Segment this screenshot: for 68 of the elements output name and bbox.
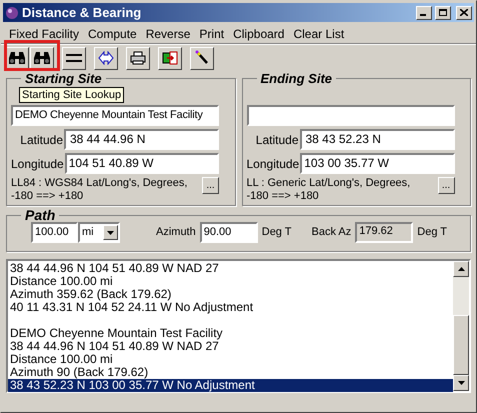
result-line[interactable]: Distance 100.00 mi xyxy=(8,353,453,366)
group-title: Path xyxy=(24,208,56,222)
close-button[interactable] xyxy=(456,6,472,20)
azimuth-unit: Deg T xyxy=(262,225,292,240)
result-line[interactable]: 38 44 44.96 N 104 51 40.89 W NAD 27 xyxy=(8,340,453,353)
datum-text: LL : Generic Lat/Long's, Degrees, -180 ==> +180 xyxy=(246,177,412,203)
back-azimuth-unit: Deg T xyxy=(417,225,448,240)
binoculars-icon xyxy=(8,51,26,65)
binoculars-icon xyxy=(33,51,51,65)
azimuth-field[interactable]: 90.00 xyxy=(200,222,258,243)
result-line[interactable]: DEMO Cheyenne Mountain Test Facility xyxy=(8,327,453,340)
back-azimuth-label: Back Az xyxy=(312,225,352,240)
azimuth-label: Azimuth xyxy=(156,225,196,240)
wand-icon xyxy=(194,50,210,66)
group-title: Ending Site xyxy=(260,72,333,85)
result-line[interactable]: Distance 100.00 mi xyxy=(8,275,453,288)
toolbar-button[interactable] xyxy=(62,46,86,70)
double-arrow-icon xyxy=(98,51,114,65)
latitude-label: Latitude xyxy=(256,132,298,148)
result-line[interactable]: 38 44 44.96 N 104 51 40.89 W NAD 27 xyxy=(8,262,453,275)
toolbar-button[interactable] xyxy=(94,46,118,70)
globe-icon xyxy=(5,6,19,20)
result-line[interactable]: Azimuth 90 (Back 179.62) xyxy=(8,366,453,379)
latitude-label: Latitude xyxy=(20,132,63,148)
menu-item[interactable]: Reverse xyxy=(146,24,190,42)
longitude-field[interactable]: 104 51 40.89 W xyxy=(64,153,219,174)
maximize-icon xyxy=(439,9,447,16)
up-arrow-icon xyxy=(458,267,464,271)
equals-icon xyxy=(66,54,82,62)
longitude-label: Longitude xyxy=(246,156,300,172)
highlight-frame xyxy=(4,40,60,71)
close-icon xyxy=(460,9,468,16)
back-azimuth-field: 179.62 xyxy=(355,222,414,243)
datum-button[interactable]: ... xyxy=(202,177,219,194)
maximize-button[interactable] xyxy=(435,6,451,20)
longitude-label: Longitude xyxy=(11,156,64,172)
datum-text: LL84 : WGS84 Lat/Long's, Degrees, -180 ==> +180 xyxy=(11,177,188,203)
group-title: Starting Site xyxy=(24,72,103,85)
results-list[interactable] xyxy=(6,259,471,393)
datum-button[interactable]: ... xyxy=(438,177,454,194)
menu-item[interactable]: Clear List xyxy=(293,24,344,42)
menu-item[interactable]: Compute xyxy=(88,24,137,42)
menu-item[interactable]: Fixed Facility xyxy=(9,24,80,42)
result-line[interactable]: Azimuth 359.62 (Back 179.62) xyxy=(8,288,453,301)
toolbar-button[interactable] xyxy=(158,46,182,70)
toolbar-button[interactable] xyxy=(190,46,214,70)
unit-dropdown[interactable]: mi xyxy=(78,222,120,243)
latitude-field[interactable]: 38 44 44.96 N xyxy=(64,129,219,150)
menu-item[interactable]: Print xyxy=(199,24,224,42)
toolbar-button[interactable] xyxy=(30,46,54,70)
printer-icon xyxy=(130,51,146,65)
menu-item[interactable]: Clipboard xyxy=(233,24,284,42)
down-arrow-icon xyxy=(458,381,464,385)
scroll-down-button[interactable] xyxy=(453,375,469,391)
scroll-thumb[interactable] xyxy=(453,315,469,375)
result-line[interactable]: 40 11 43.31 N 104 52 24.11 W No Adjustment xyxy=(8,301,453,314)
latitude-field[interactable]: 38 43 52.23 N xyxy=(300,129,454,150)
longitude-field[interactable]: 103 00 35.77 W xyxy=(300,153,454,174)
toolbar-button[interactable] xyxy=(126,46,150,70)
window-title: Distance & Bearing xyxy=(22,4,142,22)
site-name-field[interactable] xyxy=(246,105,454,126)
copy-icon xyxy=(162,51,178,65)
tooltip: Starting Site Lookup xyxy=(19,87,124,103)
scroll-up-button[interactable] xyxy=(453,261,469,277)
distance-field[interactable]: 100.00 xyxy=(31,222,78,243)
site-name-field[interactable]: DEMO Cheyenne Mountain Test Facility xyxy=(11,105,219,126)
minimize-button[interactable] xyxy=(416,6,432,20)
scrollbar[interactable] xyxy=(453,261,469,391)
